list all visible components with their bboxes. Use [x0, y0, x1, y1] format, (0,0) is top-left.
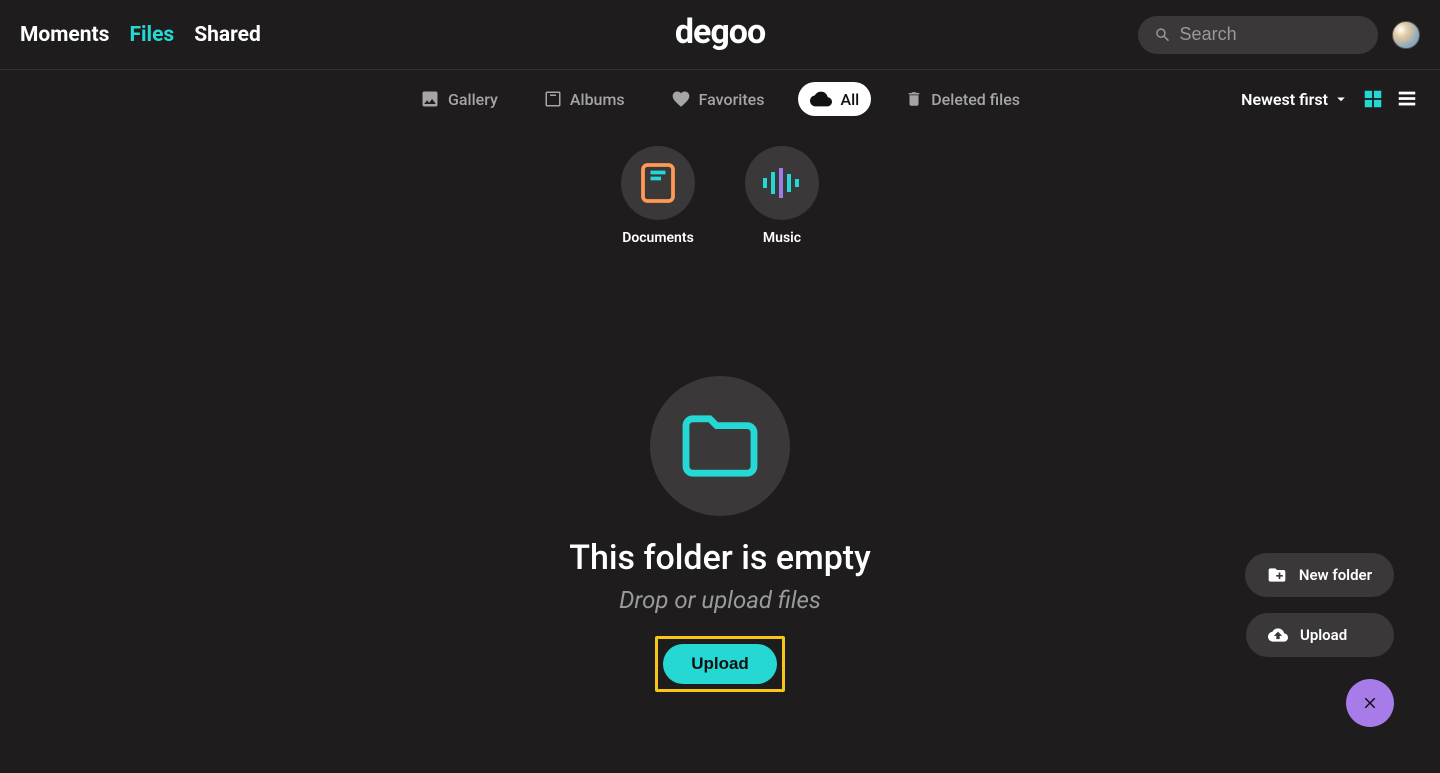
music-circle — [745, 146, 819, 220]
filter-deleted-label: Deleted files — [931, 90, 1020, 109]
filter-favorites[interactable]: Favorites — [659, 83, 777, 115]
filter-favorites-label: Favorites — [699, 90, 765, 109]
list-view-icon[interactable] — [1396, 88, 1418, 110]
music-icon — [761, 166, 803, 200]
empty-title: This folder is empty — [569, 538, 871, 578]
sort-dropdown[interactable]: Newest first — [1241, 90, 1350, 109]
folder-icon — [679, 412, 761, 480]
new-folder-icon — [1267, 565, 1287, 585]
category-music[interactable]: Music — [745, 146, 819, 246]
view-controls: Newest first — [1241, 88, 1418, 110]
upload-highlight: Upload — [655, 636, 785, 692]
header-right — [1138, 16, 1420, 54]
upload-fab-label: Upload — [1300, 626, 1347, 644]
sort-label: Newest first — [1241, 90, 1328, 109]
nav-left: Moments Files Shared — [20, 23, 261, 47]
close-icon — [1361, 694, 1379, 712]
document-icon — [639, 162, 677, 204]
nav-moments[interactable]: Moments — [20, 23, 109, 47]
grid-view-icon[interactable] — [1362, 88, 1384, 110]
search-input[interactable] — [1180, 24, 1362, 45]
search-icon — [1154, 25, 1172, 45]
nav-files[interactable]: Files — [129, 23, 174, 47]
upload-fab-button[interactable]: Upload — [1246, 613, 1394, 657]
filter-albums[interactable]: Albums — [532, 83, 637, 115]
empty-folder-circle — [650, 376, 790, 516]
music-label: Music — [763, 230, 801, 246]
empty-state: This folder is empty Drop or upload file… — [0, 376, 1440, 692]
category-documents[interactable]: Documents — [621, 146, 695, 246]
documents-label: Documents — [622, 230, 694, 246]
filter-all-label: All — [840, 90, 859, 109]
nav-shared[interactable]: Shared — [194, 23, 261, 47]
filter-gallery-label: Gallery — [448, 90, 498, 109]
fab-close-button[interactable] — [1346, 679, 1394, 727]
logo: degoo — [675, 12, 765, 52]
filter-bar: Gallery Albums Favorites All Deleted fil… — [0, 70, 1440, 128]
search-box[interactable] — [1138, 16, 1378, 54]
fab-group: New folder Upload — [1245, 553, 1394, 657]
filter-all[interactable]: All — [798, 82, 871, 116]
filters: Gallery Albums Favorites All Deleted fil… — [408, 82, 1032, 116]
new-folder-label: New folder — [1299, 566, 1372, 584]
upload-button[interactable]: Upload — [663, 644, 777, 684]
album-icon — [544, 89, 562, 109]
filter-gallery[interactable]: Gallery — [408, 83, 510, 115]
new-folder-button[interactable]: New folder — [1245, 553, 1394, 597]
categories: Documents Music — [0, 146, 1440, 246]
trash-icon — [905, 89, 923, 109]
filter-albums-label: Albums — [570, 90, 625, 109]
heart-icon — [671, 89, 691, 109]
empty-subtitle: Drop or upload files — [619, 586, 821, 614]
avatar[interactable] — [1392, 21, 1420, 49]
image-icon — [420, 89, 440, 109]
cloud-upload-icon — [1268, 625, 1288, 645]
chevron-down-icon — [1332, 90, 1350, 108]
header: Moments Files Shared degoo — [0, 0, 1440, 70]
filter-deleted[interactable]: Deleted files — [893, 83, 1032, 115]
documents-circle — [621, 146, 695, 220]
cloud-icon — [810, 88, 832, 110]
